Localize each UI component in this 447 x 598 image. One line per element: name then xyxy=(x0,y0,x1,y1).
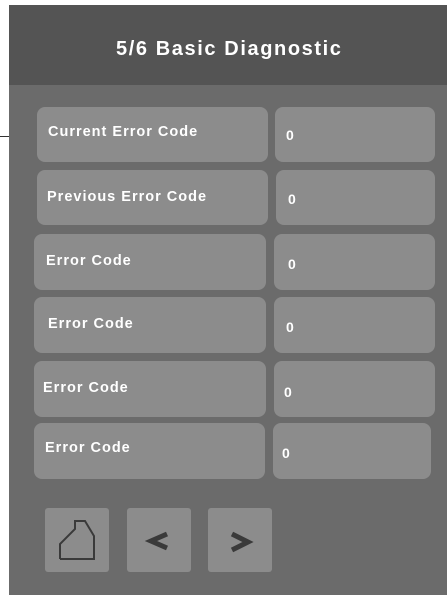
chevron-right-icon xyxy=(230,531,254,553)
home-icon xyxy=(59,520,95,560)
back-button[interactable] xyxy=(127,508,191,572)
error-code-3-label: Error Code xyxy=(46,253,132,269)
previous-error-code-value-box xyxy=(276,170,435,225)
error-code-3-value: 0 xyxy=(288,256,296,272)
error-code-5-label: Error Code xyxy=(43,380,129,396)
previous-error-code-value: 0 xyxy=(288,191,296,207)
error-code-4-label: Error Code xyxy=(48,316,134,332)
page-title: 5/6 Basic Diagnostic xyxy=(116,38,343,60)
current-error-code-value: 0 xyxy=(286,127,294,143)
error-code-4-value-box xyxy=(274,297,435,353)
error-code-6-label: Error Code xyxy=(45,440,131,456)
current-error-code-label: Current Error Code xyxy=(48,124,199,140)
error-code-5-value-box xyxy=(274,361,435,417)
home-button[interactable] xyxy=(45,508,109,572)
diagnostic-screen: 5/6 Basic Diagnostic Current Error Code … xyxy=(9,5,447,595)
previous-error-code-label: Previous Error Code xyxy=(47,189,208,205)
error-code-6-value-box xyxy=(273,423,431,479)
error-code-3-value-box xyxy=(274,234,435,290)
next-button[interactable] xyxy=(208,508,272,572)
error-code-6-value: 0 xyxy=(282,445,290,461)
header-bar: 5/6 Basic Diagnostic xyxy=(9,5,447,85)
error-code-4-value: 0 xyxy=(286,319,294,335)
chevron-left-icon xyxy=(144,531,169,551)
current-error-code-value-box xyxy=(275,107,435,162)
error-code-5-value: 0 xyxy=(284,384,292,400)
